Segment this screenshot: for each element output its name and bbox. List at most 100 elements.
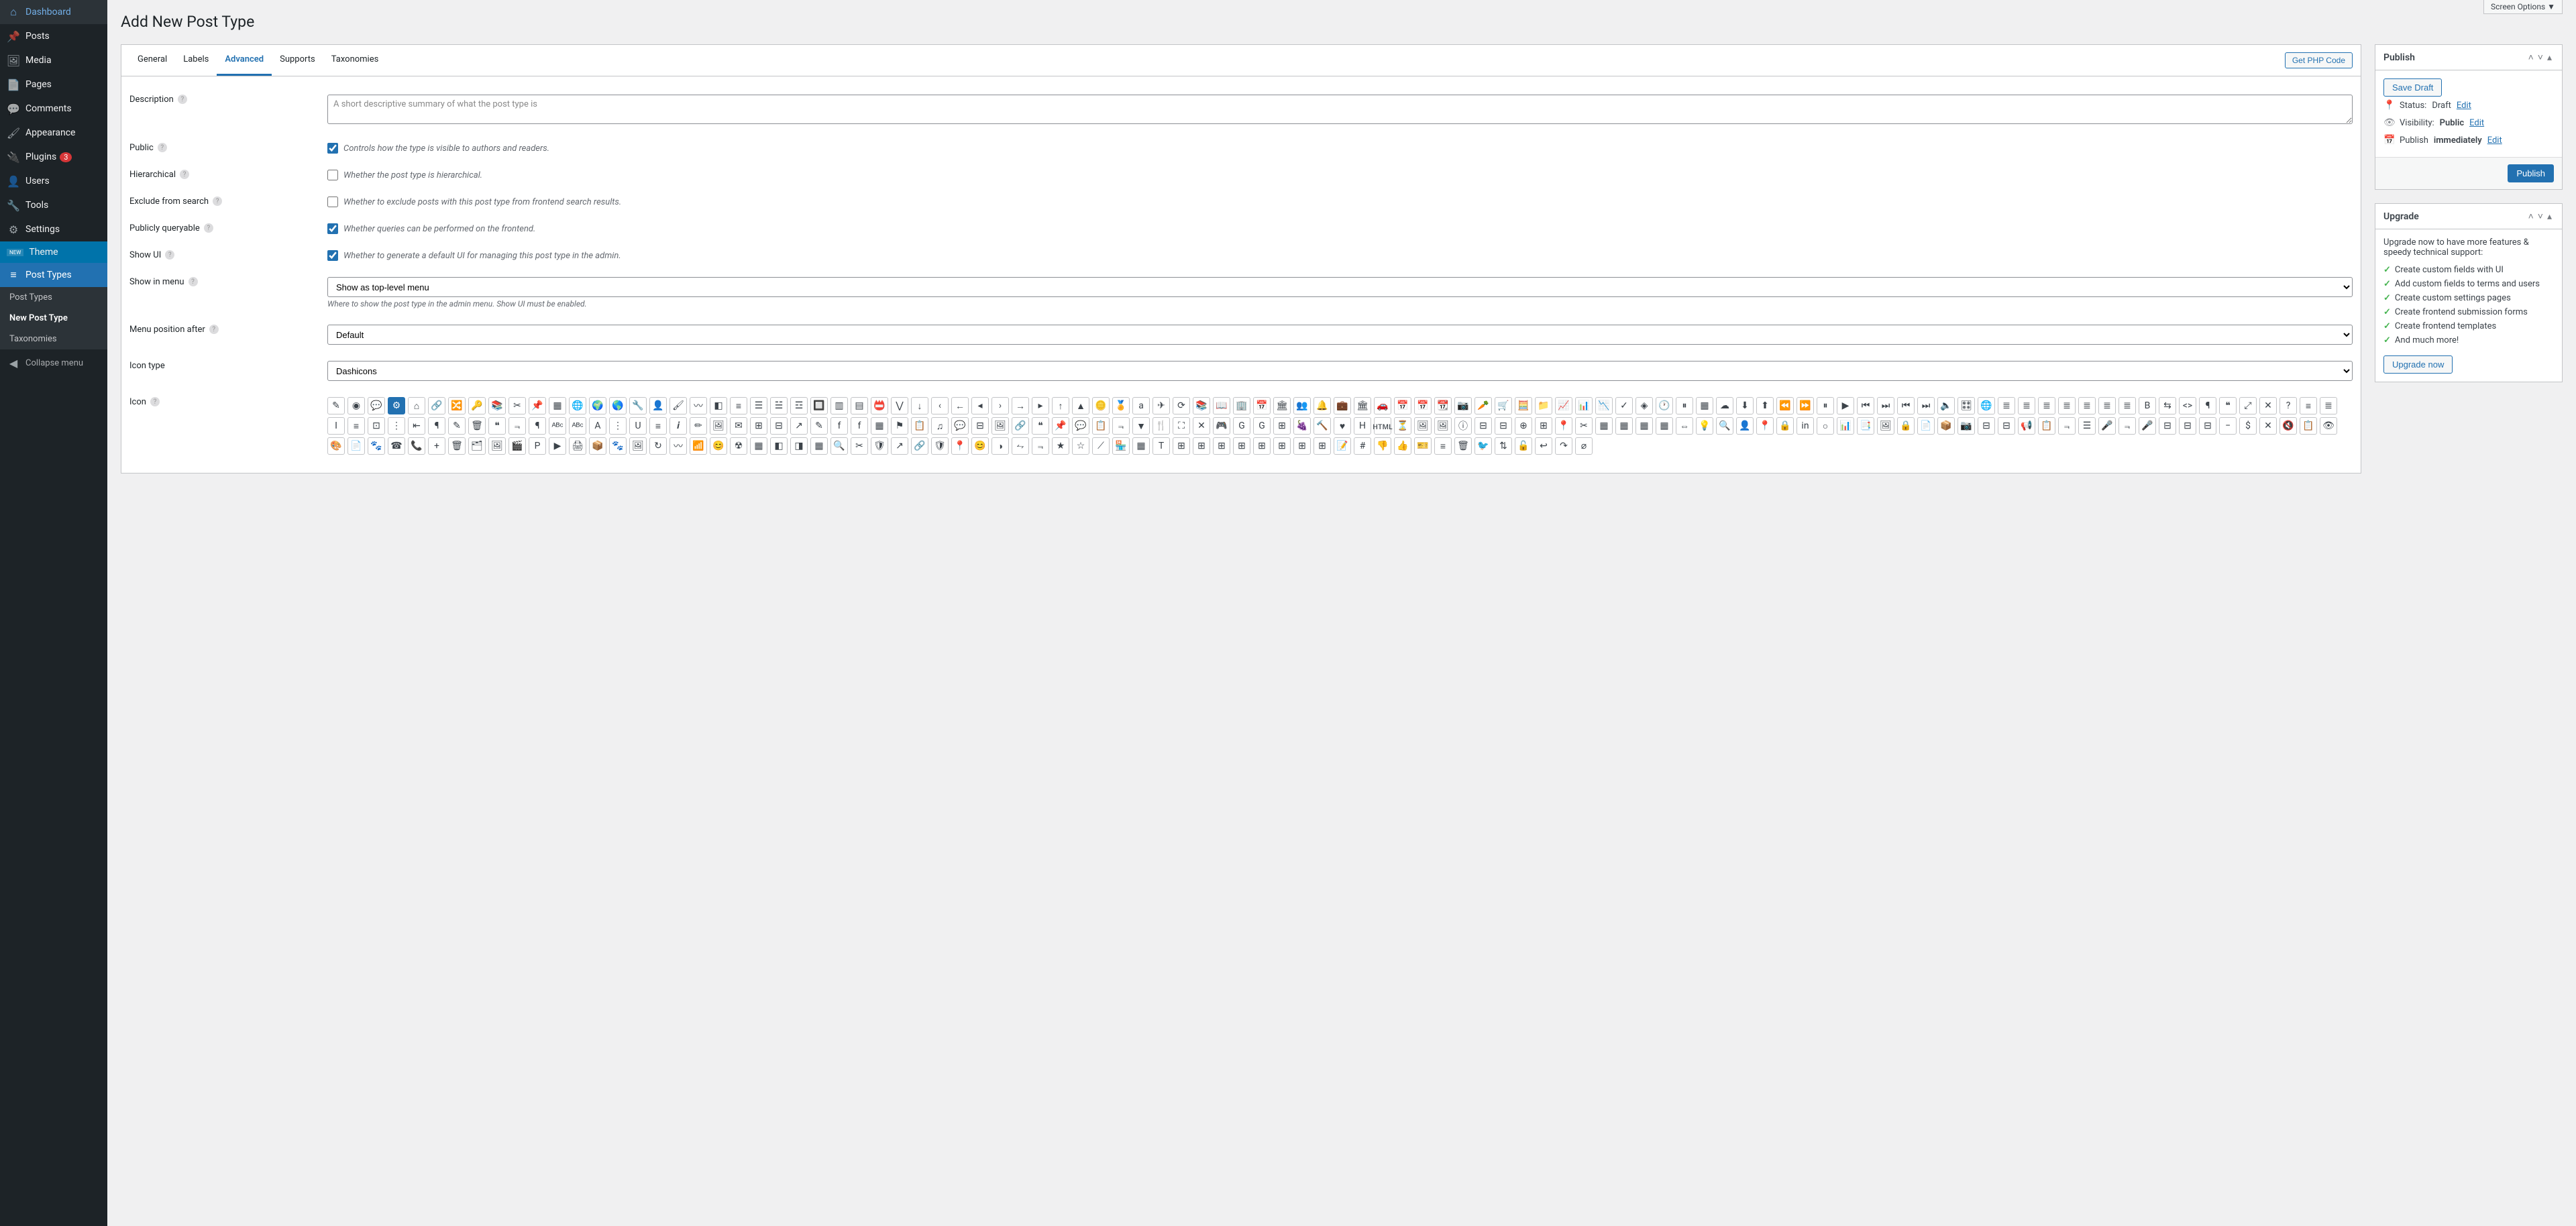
- get-php-code-button[interactable]: Get PHP Code: [2285, 52, 2353, 68]
- upgrade-now-button[interactable]: Upgrade now: [2383, 355, 2453, 374]
- dashicon-option[interactable]: 📌: [1052, 417, 1069, 435]
- dashicon-option[interactable]: B: [2139, 397, 2156, 414]
- dashicon-option[interactable]: 🖼: [1414, 417, 1432, 435]
- dashicon-option[interactable]: $: [2239, 417, 2257, 435]
- dashicon-option[interactable]: ⏭: [1917, 397, 1935, 414]
- dashicon-option[interactable]: 🗂: [468, 437, 486, 455]
- help-icon[interactable]: ?: [158, 143, 167, 152]
- dashicon-option[interactable]: ≣: [2078, 397, 2096, 414]
- dashicon-option[interactable]: 🔍: [830, 437, 848, 455]
- dashicon-option[interactable]: A: [589, 417, 606, 435]
- dashicon-option[interactable]: 🏛: [1273, 397, 1291, 414]
- description-input[interactable]: [327, 95, 2353, 124]
- dashicon-option[interactable]: ⫬: [1112, 417, 1130, 435]
- dashicon-option[interactable]: ✉: [730, 417, 747, 435]
- dashicon-option[interactable]: ✈: [1152, 397, 1170, 414]
- tab-general[interactable]: General: [129, 45, 175, 76]
- dashicon-option[interactable]: 🗑: [468, 417, 486, 435]
- dashicon-option[interactable]: ↓: [911, 397, 928, 414]
- exclude_search-checkbox[interactable]: [327, 197, 338, 207]
- dashicon-option[interactable]: 📞: [408, 437, 425, 455]
- dashicon-option[interactable]: f: [830, 417, 848, 435]
- public-checkbox[interactable]: [327, 143, 338, 154]
- dashicon-option[interactable]: ≡: [347, 417, 365, 435]
- dashicon-option[interactable]: ⊞: [1273, 417, 1291, 435]
- sidebar-item-tools[interactable]: 🔧Tools: [0, 193, 107, 217]
- dashicon-option[interactable]: G: [1253, 417, 1271, 435]
- dashicon-option[interactable]: 📚: [1193, 397, 1210, 414]
- dashicon-option[interactable]: 🔔: [1313, 397, 1331, 414]
- dashicon-option[interactable]: ¶: [428, 417, 445, 435]
- dashicon-option[interactable]: ⫬: [1032, 437, 1049, 455]
- dashicon-option[interactable]: 🌎: [609, 397, 627, 414]
- dashicon-option[interactable]: 🔗: [1012, 417, 1029, 435]
- dashicon-option[interactable]: 🎬: [508, 437, 526, 455]
- dashicon-option[interactable]: 🍇: [1293, 417, 1311, 435]
- dashicon-option[interactable]: ▥: [830, 397, 848, 414]
- dashicon-option[interactable]: U: [629, 417, 647, 435]
- dashicon-option[interactable]: ▦: [1696, 397, 1713, 414]
- dashicon-option[interactable]: a: [1132, 397, 1150, 414]
- sidebar-item-post-types[interactable]: ≡Post Types: [0, 263, 107, 287]
- dashicon-option[interactable]: 📋: [2038, 417, 2055, 435]
- dashicon-option[interactable]: 🔧: [629, 397, 647, 414]
- dashicon-option[interactable]: ◧: [710, 397, 727, 414]
- dashicon-option[interactable]: ⟋: [1092, 437, 1110, 455]
- tab-advanced[interactable]: Advanced: [217, 45, 272, 76]
- dashicon-option[interactable]: <>: [2179, 397, 2196, 414]
- dashicon-option[interactable]: 🔒: [1897, 417, 1915, 435]
- dashicon-option[interactable]: 📝: [1334, 437, 1351, 455]
- dashicon-option[interactable]: ▶: [1837, 397, 1854, 414]
- dashicon-option[interactable]: 📈: [1555, 397, 1572, 414]
- help-icon[interactable]: ?: [150, 397, 160, 406]
- dashicon-option[interactable]: ☢: [730, 437, 747, 455]
- dashicon-option[interactable]: ◨: [790, 437, 808, 455]
- dashicon-option[interactable]: 📋: [1092, 417, 1110, 435]
- dashicon-option[interactable]: ¶: [529, 417, 546, 435]
- dashicon-option[interactable]: ✂: [851, 437, 868, 455]
- dashicon-option[interactable]: ⏭: [1877, 397, 1894, 414]
- dashicon-option[interactable]: ?: [2279, 397, 2297, 414]
- panel-up-icon[interactable]: ˄: [2526, 52, 2536, 63]
- dashicon-option[interactable]: ✂: [1575, 417, 1593, 435]
- dashicon-option[interactable]: 📊: [1575, 397, 1593, 414]
- dashicon-option[interactable]: ¶: [2199, 397, 2216, 414]
- dashicon-option[interactable]: 📊: [1837, 417, 1854, 435]
- dashicon-option[interactable]: ⇤: [408, 417, 425, 435]
- sidebar-item-theme[interactable]: NEWTheme: [0, 241, 107, 263]
- dashicon-option[interactable]: ⌂: [408, 397, 425, 414]
- dashicon-option[interactable]: 🛡: [871, 437, 888, 455]
- dashicon-option[interactable]: ⏸: [1676, 397, 1693, 414]
- dashicon-option[interactable]: ⋁: [891, 397, 908, 414]
- dashicon-option[interactable]: 👤: [649, 397, 667, 414]
- dashicon-option[interactable]: 🎤: [2139, 417, 2156, 435]
- dashicon-option[interactable]: ʜᴛᴍʟ: [1374, 417, 1391, 435]
- dashicon-option[interactable]: ⛶: [1173, 417, 1190, 435]
- dashicon-option[interactable]: ≡: [2300, 397, 2317, 414]
- dashicon-option[interactable]: 📅: [1414, 397, 1432, 414]
- dashicon-option[interactable]: ▦: [1656, 417, 1673, 435]
- dashicon-option[interactable]: ♫: [931, 417, 949, 435]
- dashicon-option[interactable]: ✏: [690, 417, 707, 435]
- dashicon-option[interactable]: ⇔: [1676, 417, 1693, 435]
- dashicon-option[interactable]: ⏩: [1796, 397, 1814, 414]
- dashicon-option[interactable]: T: [1152, 437, 1170, 455]
- dashicon-option[interactable]: 🛡: [931, 437, 949, 455]
- menu-position-select[interactable]: Default: [327, 325, 2353, 345]
- dashicon-option[interactable]: ≣: [2058, 397, 2076, 414]
- dashicon-option[interactable]: 📋: [2300, 417, 2317, 435]
- dashicon-option[interactable]: ◈: [1635, 397, 1653, 414]
- dashicon-option[interactable]: f: [851, 417, 868, 435]
- dashicon-option[interactable]: ✂: [508, 397, 526, 414]
- panel-up-icon[interactable]: ˄: [2526, 211, 2536, 222]
- dashicon-option[interactable]: 🎤: [2098, 417, 2116, 435]
- dashicon-option[interactable]: ⇆: [2159, 397, 2176, 414]
- dashicon-option[interactable]: ▦: [750, 437, 767, 455]
- dashicon-option[interactable]: ↷: [1555, 437, 1572, 455]
- dashicon-option[interactable]: I: [327, 417, 345, 435]
- dashicon-option[interactable]: 🎮: [1213, 417, 1230, 435]
- dashicon-option[interactable]: 💼: [1334, 397, 1351, 414]
- dashicon-option[interactable]: ▼: [1132, 417, 1150, 435]
- sidebar-item-plugins[interactable]: 🔌Plugins3: [0, 145, 107, 169]
- dashicon-option[interactable]: 🖼: [1877, 417, 1894, 435]
